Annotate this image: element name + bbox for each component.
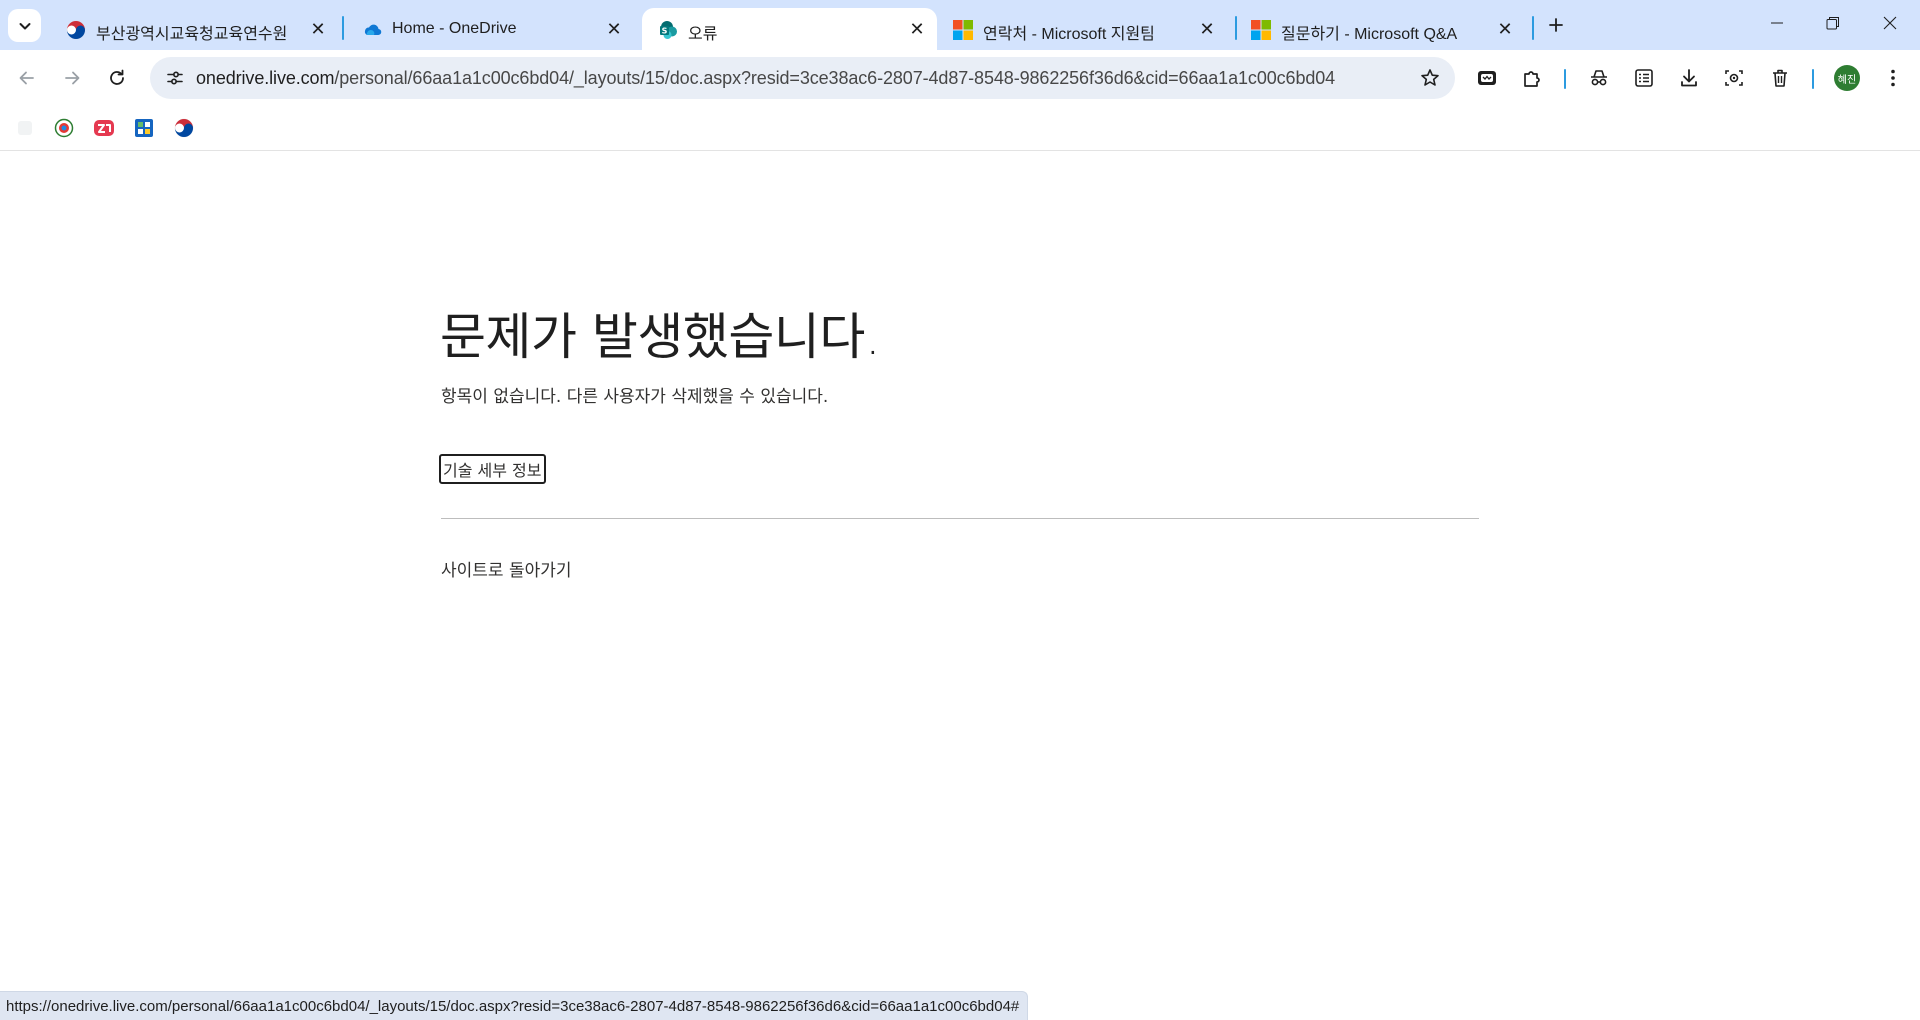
tab-close-button[interactable]: ✕	[907, 19, 927, 39]
chevron-down-icon	[19, 22, 30, 29]
url-host: onedrive.live.com	[196, 68, 335, 88]
bookmark-emblem[interactable]	[50, 114, 78, 142]
more-vertical-icon	[1891, 69, 1895, 87]
download-icon	[1681, 69, 1697, 87]
red-logo-icon	[94, 120, 114, 136]
tab-strip: 부산광역시교육청교육연수원 ✕ Home - OneDrive ✕ S 오류 ✕	[0, 0, 1920, 50]
restore-button[interactable]	[1813, 8, 1853, 38]
arrow-right-icon	[65, 71, 80, 85]
toolbar-separator	[1564, 69, 1566, 89]
tab-close-button[interactable]: ✕	[604, 19, 624, 39]
incognito-button[interactable]	[1582, 61, 1616, 95]
tab-title: 연락처 - Microsoft 지원팀	[983, 26, 1155, 43]
address-bar[interactable]: onedrive.live.com/personal/66aa1a1c00c6b…	[150, 57, 1455, 99]
technical-details-link[interactable]: 기술 세부 정보	[439, 454, 546, 484]
url-path: /personal/66aa1a1c00c6bd04/_layouts/15/d…	[334, 68, 1336, 88]
incognito-icon	[1591, 70, 1607, 86]
minimize-icon	[1771, 22, 1783, 24]
downloads-button[interactable]	[1672, 61, 1706, 95]
address-url[interactable]: onedrive.live.com/personal/66aa1a1c00c6b…	[196, 68, 1335, 89]
tab-close-button[interactable]: ✕	[308, 19, 328, 39]
microsoft-logo-icon	[953, 20, 973, 40]
svg-text:S: S	[662, 27, 668, 36]
microsoft-logo-icon	[1251, 20, 1271, 40]
reload-button[interactable]	[100, 61, 134, 95]
sharepoint-icon: S	[660, 21, 677, 39]
puzzle-icon	[1524, 71, 1540, 87]
back-to-site-link[interactable]: 사이트로 돌아가기	[441, 556, 572, 581]
toolbar-separator	[1812, 69, 1814, 89]
tab-title: 부산광역시교육청교육연수원	[96, 26, 288, 43]
emblem-icon	[54, 118, 74, 138]
close-icon	[1883, 16, 1897, 30]
tab-title: 질문하기 - Microsoft Q&A	[1281, 26, 1458, 43]
tab-microsoft-support[interactable]: 연락처 - Microsoft 지원팀 ✕	[937, 8, 1227, 50]
bookmark-red-logo[interactable]	[90, 114, 118, 142]
star-icon	[1421, 69, 1439, 86]
tab-microsoft-qa[interactable]: 질문하기 - Microsoft Q&A ✕	[1235, 8, 1525, 50]
bookmark-blank[interactable]	[11, 114, 39, 142]
minimize-button[interactable]	[1757, 8, 1797, 38]
blue-grid-icon	[135, 119, 153, 137]
close-window-button[interactable]	[1870, 8, 1910, 38]
wallet-icon	[1478, 71, 1496, 85]
tab-close-button[interactable]: ✕	[1197, 19, 1217, 39]
site-info-button[interactable]	[160, 63, 190, 93]
menu-button[interactable]	[1876, 61, 1910, 95]
bookmark-korea[interactable]	[170, 114, 198, 142]
trash-button[interactable]	[1763, 61, 1797, 95]
error-description: 항목이 없습니다. 다른 사용자가 삭제했을 수 있습니다.	[441, 387, 829, 407]
tab-error-active[interactable]: S 오류 ✕	[642, 8, 937, 50]
tab-close-button[interactable]: ✕	[1495, 19, 1515, 39]
reading-list-icon	[1635, 69, 1653, 87]
blank-page-icon	[18, 121, 32, 135]
extension-wallet-button[interactable]	[1470, 61, 1504, 95]
new-tab-button[interactable]	[1543, 12, 1569, 38]
arrow-left-icon	[19, 71, 34, 85]
bookmark-blue-logo[interactable]	[130, 114, 158, 142]
restore-icon	[1826, 17, 1839, 30]
korea-taegeuk-icon	[66, 20, 86, 40]
onedrive-cloud-icon	[364, 24, 382, 36]
reading-list-button[interactable]	[1627, 61, 1661, 95]
tab-separator	[1532, 16, 1534, 40]
plus-icon	[1549, 18, 1563, 32]
tab-onedrive-home[interactable]: Home - OneDrive ✕	[346, 8, 634, 50]
error-title: 문제가 발생했습니다.	[440, 308, 881, 366]
screenshot-button[interactable]	[1717, 61, 1751, 95]
korea-taegeuk-icon	[174, 118, 194, 138]
forward-button[interactable]	[55, 61, 89, 95]
bookmark-star-button[interactable]	[1417, 65, 1443, 91]
page-content: 문제가 발생했습니다. 항목이 없습니다. 다른 사용자가 삭제했을 수 있습니…	[0, 151, 1920, 991]
tab-busan-education[interactable]: 부산광역시교육청교육연수원 ✕	[50, 8, 338, 50]
status-url-bubble: https://onedrive.live.com/personal/66aa1…	[0, 991, 1029, 1020]
bookmarks-bar	[0, 108, 1920, 151]
browser-toolbar: onedrive.live.com/personal/66aa1a1c00c6b…	[0, 50, 1920, 108]
tune-icon	[167, 71, 183, 85]
back-button[interactable]	[10, 61, 44, 95]
reload-icon	[110, 69, 124, 85]
tab-search-button[interactable]	[8, 9, 41, 42]
extensions-button[interactable]	[1515, 61, 1549, 95]
camera-icon	[1725, 70, 1743, 86]
profile-avatar[interactable]: 혜진	[1834, 65, 1860, 91]
tab-title: 오류	[688, 26, 718, 43]
tab-title: Home - OneDrive	[392, 20, 517, 37]
tab-separator	[342, 16, 344, 40]
trash-icon	[1773, 69, 1787, 87]
divider	[441, 518, 1479, 519]
